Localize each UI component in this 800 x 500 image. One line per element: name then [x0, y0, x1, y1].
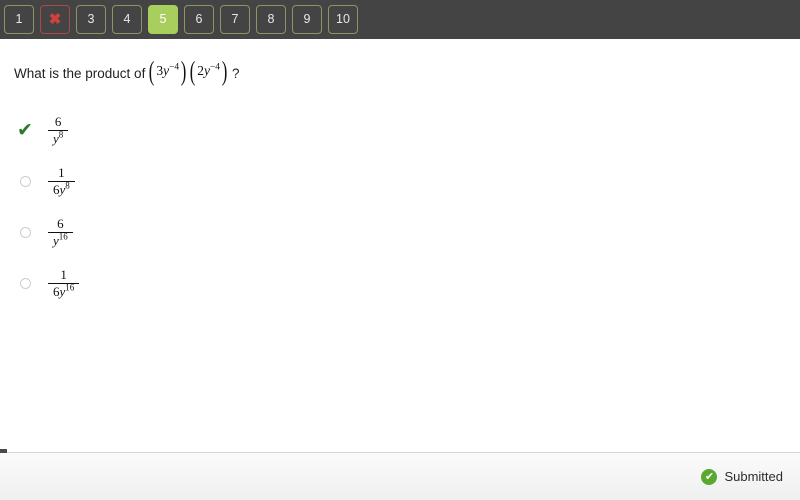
answer-choice-d[interactable]: 1 6y16: [0, 258, 800, 309]
question-math-expression: ( 3y−4 ) ( 2y−4 ): [147, 56, 229, 86]
choice-a-denominator: y8: [48, 129, 68, 146]
answer-choice-b[interactable]: 1 6y8: [0, 156, 800, 207]
choice-a-denominator-exponent: 8: [58, 129, 64, 140]
choice-d-numerator: 1: [60, 267, 67, 283]
selected-check-icon: ✔: [17, 119, 33, 141]
question-nav-button-9[interactable]: 9: [292, 5, 322, 34]
right-paren-2: ): [221, 56, 228, 86]
choice-b-marker[interactable]: [14, 171, 36, 193]
choice-c-denominator: y16: [48, 231, 73, 248]
choice-d-denominator: 6y16: [48, 282, 79, 299]
choice-c-fraction: 6 y16: [48, 217, 73, 247]
factor-1-exponent: −4: [169, 62, 180, 73]
factor-2-exponent: −4: [209, 62, 221, 73]
factor-2-coefficient: 2: [197, 63, 204, 79]
status-label: Submitted: [724, 469, 783, 484]
status-badge: ✔ Submitted: [701, 468, 783, 485]
question-area: What is the product of ( 3y−4 ) ( 2y−4 )…: [0, 39, 800, 86]
choice-d-marker[interactable]: [14, 273, 36, 295]
choice-b-fraction: 1 6y8: [48, 166, 75, 196]
answer-choices-list: ✔ 6 y8 1 6y8 6 y16 1 6y16: [0, 105, 800, 309]
radio-button-icon-b[interactable]: [19, 176, 31, 187]
question-nav-button-5-current[interactable]: 5: [148, 5, 178, 34]
radio-button-icon-d[interactable]: [19, 278, 31, 289]
answer-choice-c[interactable]: 6 y16: [0, 207, 800, 258]
answer-choice-a[interactable]: ✔ 6 y8: [0, 105, 800, 156]
question-nav-button-7[interactable]: 7: [220, 5, 250, 34]
question-nav-button-1[interactable]: 1: [4, 5, 34, 34]
choice-b-denominator-exponent: 8: [65, 180, 70, 191]
question-stem-text: What is the product of: [14, 65, 146, 81]
radio-button-icon-c[interactable]: [19, 227, 31, 238]
question-nav-button-8[interactable]: 8: [256, 5, 286, 34]
footer-bar: ✔ Submitted: [0, 453, 800, 500]
choice-d-denominator-exponent: 16: [65, 282, 75, 293]
question-navigator-bar: 1 ✖ 3 4 5 6 7 8 9 10: [0, 0, 800, 39]
choice-d-fraction: 1 6y16: [48, 267, 80, 299]
left-paren-1: (: [149, 56, 155, 86]
question-mark: ?: [232, 65, 240, 81]
question-nav-button-6[interactable]: 6: [184, 5, 214, 34]
question-nav-button-10[interactable]: 10: [328, 5, 358, 34]
choice-a-numerator: 6: [54, 114, 62, 130]
left-paren-2: (: [189, 56, 196, 86]
factor-1: 3y−4: [156, 63, 179, 79]
incorrect-x-icon: ✖: [48, 11, 62, 28]
choice-c-marker[interactable]: [14, 222, 36, 244]
right-paren-1: ): [180, 56, 187, 86]
question-nav-button-3[interactable]: 3: [76, 5, 106, 34]
question-nav-button-2-incorrect[interactable]: ✖: [40, 5, 70, 34]
choice-b-denominator: 6y8: [48, 180, 75, 197]
choice-c-numerator: 6: [57, 216, 64, 232]
question-stem: What is the product of ( 3y−4 ) ( 2y−4 )…: [0, 39, 800, 86]
choice-b-numerator: 1: [58, 165, 65, 181]
question-nav-button-4[interactable]: 4: [112, 5, 142, 34]
factor-2: 2y−4: [197, 63, 220, 79]
choice-a-marker[interactable]: ✔: [14, 120, 36, 142]
choice-a-fraction: 6 y8: [48, 114, 69, 146]
check-circle-icon: ✔: [701, 468, 718, 485]
choice-c-denominator-exponent: 16: [58, 231, 68, 242]
